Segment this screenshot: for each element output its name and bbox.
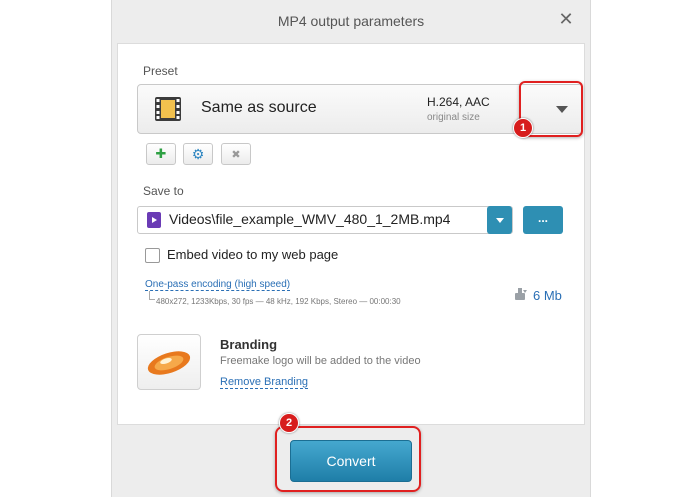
video-file-icon — [147, 212, 161, 228]
browse-button[interactable]: ... — [523, 206, 563, 234]
save-path-text: Videos\file_example_WMV_480_1_2MB.mp4 — [169, 211, 451, 227]
branding-description: Freemake logo will be added to the video — [220, 355, 421, 367]
delete-preset-button[interactable]: ✖ — [221, 143, 251, 165]
embed-checkbox-label: Embed video to my web page — [167, 247, 339, 262]
mp4-output-dialog: MP4 output parameters ✕ Preset Same as s… — [111, 0, 591, 497]
save-path-dropdown-button[interactable] — [487, 206, 512, 234]
freemake-logo-icon — [147, 351, 191, 375]
output-size: 6 Mb — [533, 288, 562, 303]
close-icon[interactable]: ✕ — [556, 9, 576, 29]
preset-name: Same as source — [201, 99, 317, 116]
preset-label: Preset — [143, 64, 178, 78]
annotation-badge-2: 2 — [279, 413, 299, 433]
encoding-details: 480x272, 1233Kbps, 30 fps — 48 kHz, 192 … — [156, 297, 401, 306]
convert-button[interactable]: Convert — [290, 440, 412, 482]
settings-panel: Preset Same as source H.264, AAC origina… — [117, 43, 585, 425]
delete-icon: ✖ — [231, 148, 241, 161]
edit-preset-button[interactable]: ⚙ — [183, 143, 213, 165]
preset-size-note: original size — [427, 112, 480, 123]
tree-connector — [149, 291, 155, 300]
chevron-down-icon — [495, 217, 504, 223]
plus-icon: ✚ — [155, 146, 167, 161]
branding-logo — [137, 334, 201, 390]
save-path-field[interactable]: Videos\file_example_WMV_480_1_2MB.mp4 — [137, 206, 513, 234]
encoding-mode-link[interactable]: One-pass encoding (high speed) — [145, 279, 291, 291]
annotation-badge-1: 1 — [513, 118, 533, 138]
save-to-label: Save to — [143, 184, 184, 198]
remove-branding-link[interactable]: Remove Branding — [220, 376, 309, 389]
preset-codec: H.264, AAC — [427, 95, 490, 109]
film-strip-icon — [155, 97, 181, 121]
add-preset-button[interactable]: ✚ — [146, 143, 176, 165]
branding-title: Branding — [220, 337, 278, 352]
dialog-title: MP4 output parameters — [277, 13, 425, 29]
file-size-icon — [515, 288, 527, 300]
embed-checkbox[interactable] — [145, 248, 160, 263]
gear-icon: ⚙ — [191, 145, 205, 162]
